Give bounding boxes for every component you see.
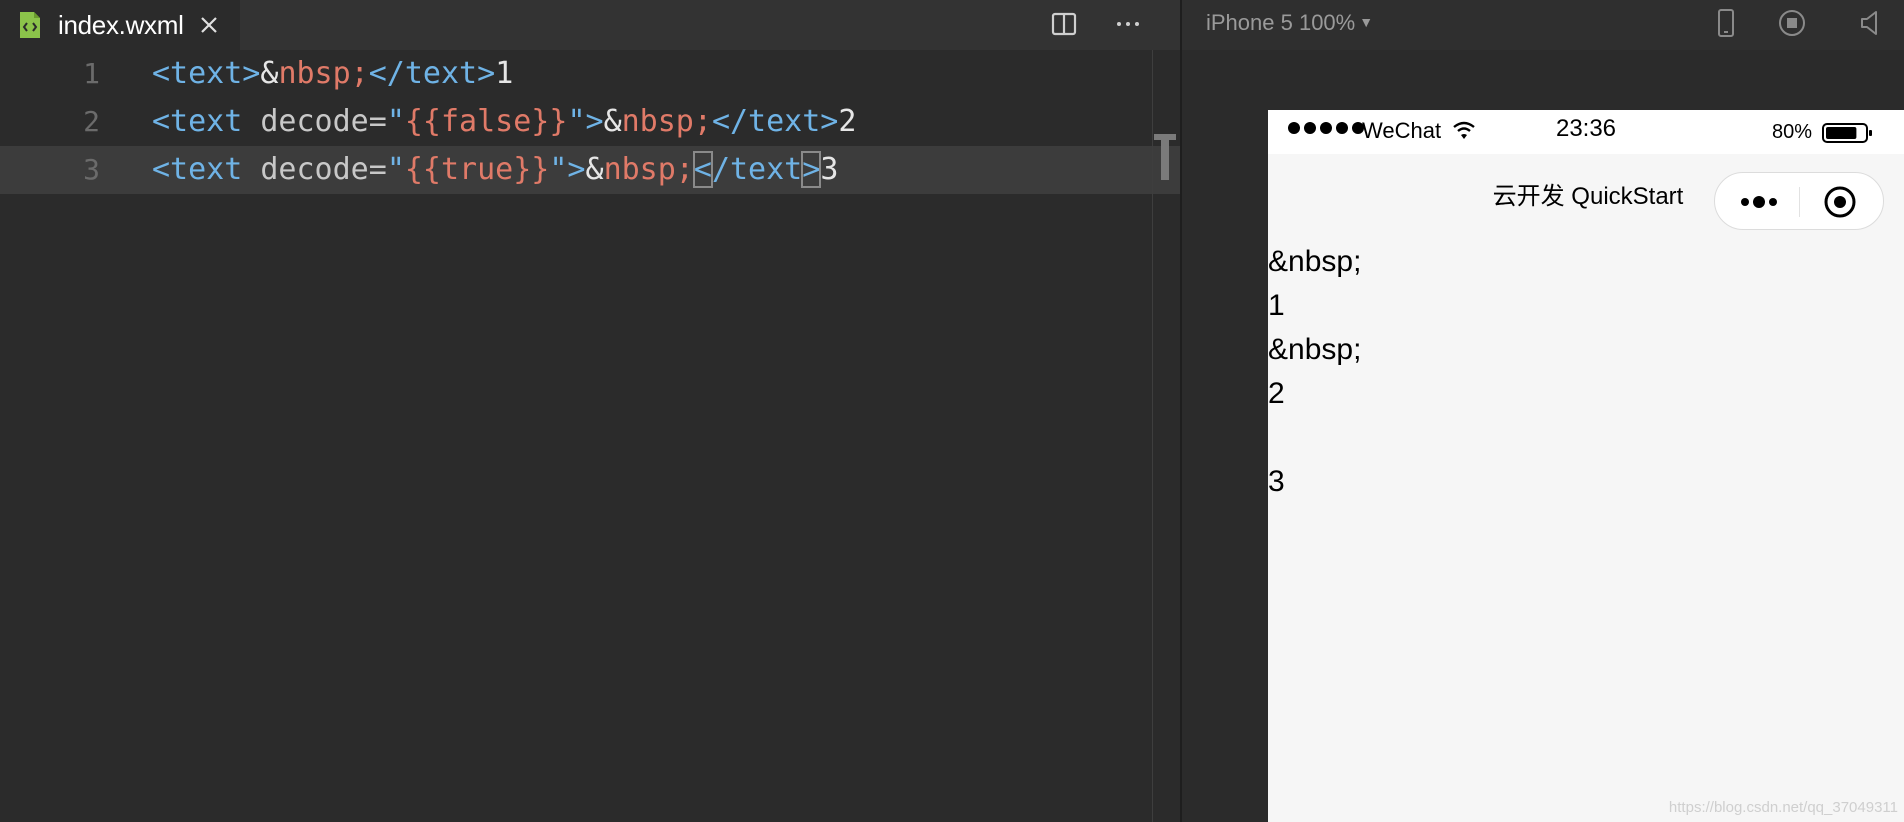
battery-icon	[1822, 123, 1872, 143]
output-text: 1	[1268, 289, 1285, 322]
menu-capsule	[1714, 172, 1884, 230]
output-text: &nbsp;	[1268, 333, 1362, 366]
status-bar: WeChat 23:36 80%	[1268, 110, 1904, 154]
battery-percentage: 80%	[1772, 121, 1813, 143]
line-number: 2	[83, 105, 100, 138]
code-line[interactable]: 2 <text decode="{{false}}">&nbsp;</text>2	[0, 98, 1180, 146]
code-text: <text>&nbsp;</text>1	[152, 50, 513, 98]
code-text: <text decode="{{true}}">&nbsp;</text>3	[152, 146, 838, 194]
line-number: 3	[83, 153, 100, 186]
code-token: >	[801, 151, 822, 188]
code-token: </text>	[711, 104, 839, 139]
code-token: ">	[567, 104, 604, 139]
code-token: &	[603, 104, 622, 139]
code-token: decode=	[242, 152, 387, 187]
close-icon[interactable]	[198, 14, 220, 36]
record-stop-icon[interactable]	[1776, 7, 1808, 39]
code-token: "	[386, 104, 405, 139]
exit-mini-program-icon[interactable]	[1823, 185, 1857, 219]
more-actions-icon[interactable]	[1112, 8, 1144, 40]
mini-program-navbar: 云开发 QuickStart	[1268, 154, 1904, 240]
code-token: ">	[549, 152, 586, 187]
wxml-file-icon	[20, 12, 40, 38]
code-token: nbsp;	[278, 56, 369, 91]
code-token: 1	[495, 56, 514, 91]
device-selector[interactable]: iPhone 5 100% ▼	[1206, 8, 1373, 37]
code-token: </text>	[368, 56, 496, 91]
phone-icon[interactable]	[1710, 7, 1742, 39]
code-text: <text decode="{{false}}">&nbsp;</text>2	[152, 98, 856, 146]
code-token: "	[386, 152, 405, 187]
simulator-toolbar: iPhone 5 100% ▼	[1182, 0, 1904, 50]
output-text: 3	[1268, 465, 1285, 498]
chevron-down-icon: ▼	[1359, 14, 1374, 30]
output-text: &nbsp;	[1268, 245, 1362, 278]
editor-tab-bar: index.wxml	[0, 0, 1180, 50]
code-line[interactable]: 3 <text decode="{{true}}">&nbsp;</text>3	[0, 146, 1180, 194]
code-token: decode=	[242, 104, 387, 139]
text-cursor-icon	[1154, 134, 1176, 180]
code-editor-pane: index.wxml 1 <text>&nbsp;</text>1 2 <text d…	[0, 0, 1180, 822]
code-token: <	[692, 151, 713, 188]
output-text: 2	[1268, 377, 1285, 410]
simulator-pane: iPhone 5 100% ▼ WeChat 23:36 80% 云开发 Qui…	[1182, 0, 1904, 822]
code-token: <text	[152, 104, 243, 139]
code-token: nbsp;	[603, 152, 694, 187]
code-token: <text	[152, 152, 243, 187]
rendered-page-content: &nbsp; 1 &nbsp; 2 3	[1268, 240, 1904, 504]
code-token: 3	[820, 152, 839, 187]
code-token: 2	[838, 104, 857, 139]
code-token: nbsp;	[621, 104, 712, 139]
code-token: {{true}}	[404, 152, 550, 187]
code-token: <text>	[152, 56, 261, 91]
code-token: /text	[711, 152, 803, 187]
watermark: https://blog.csdn.net/qq_37049311	[1668, 799, 1898, 816]
output-text	[1268, 416, 1904, 460]
device-label: iPhone 5 100%	[1206, 10, 1356, 35]
split-editor-icon[interactable]	[1048, 8, 1080, 40]
code-token: &	[585, 152, 604, 187]
phone-screen: WeChat 23:36 80% 云开发 QuickStart &nbsp; 1…	[1268, 110, 1904, 822]
code-token: {{false}}	[404, 104, 568, 139]
line-number: 1	[83, 57, 100, 90]
code-area[interactable]: 1 <text>&nbsp;</text>1 2 <text decode="{{fa…	[0, 50, 1180, 822]
capsule-divider	[1799, 187, 1800, 217]
editor-tab-index-wxml[interactable]: index.wxml	[0, 0, 240, 50]
more-icon[interactable]	[1735, 187, 1783, 217]
speaker-icon[interactable]	[1856, 7, 1888, 39]
page-title: 云开发 QuickStart	[1492, 183, 1684, 210]
tab-label: index.wxml	[58, 9, 184, 40]
code-token: &	[260, 56, 279, 91]
code-line[interactable]: 1 <text>&nbsp;</text>1	[0, 50, 1180, 98]
